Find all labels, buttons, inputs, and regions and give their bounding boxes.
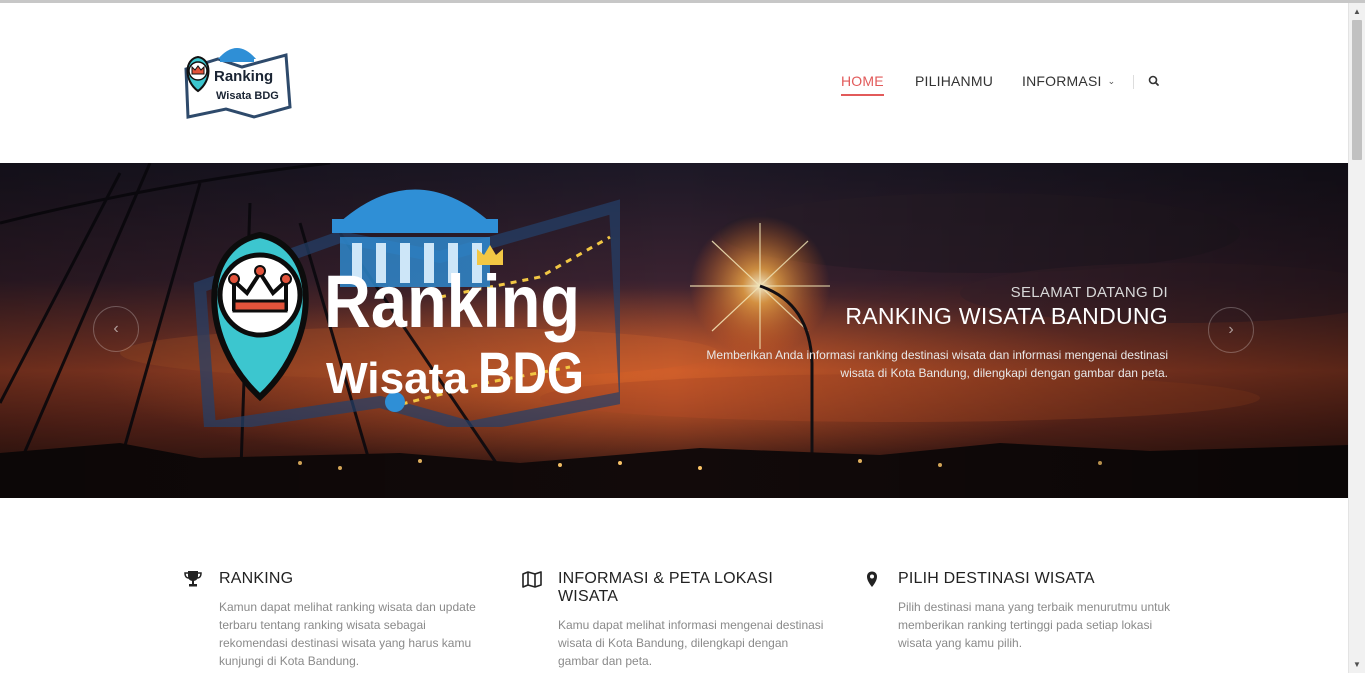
- chevron-right-icon: ›: [1228, 321, 1234, 338]
- feature-pilih-description: Pilih destinasi mana yang terbaik menuru…: [898, 600, 1171, 650]
- nav-informasi-dropdown[interactable]: INFORMASI ⌄: [1022, 73, 1115, 89]
- feature-informasi-description: Kamu dapat melihat informasi mengenai de…: [558, 618, 824, 668]
- slider-next-button[interactable]: ›: [1208, 307, 1254, 353]
- nav-pilihanmu-label: PILIHANMU: [915, 73, 994, 89]
- feature-pilih-title: PILIH DESTINASI WISATA: [898, 570, 1095, 587]
- scroll-up-arrow-icon[interactable]: ▲: [1349, 3, 1365, 20]
- chevron-down-icon: ⌄: [1107, 76, 1116, 86]
- map-icon: [522, 571, 542, 588]
- search-icon[interactable]: [1147, 73, 1161, 89]
- nav-pilihanmu[interactable]: PILIHANMU: [915, 73, 993, 89]
- scrollbar-thumb[interactable]: [1352, 20, 1362, 160]
- hero-logo-text-bdg: BDG: [478, 341, 584, 406]
- slider-prev-button[interactable]: ‹: [93, 306, 139, 352]
- feature-ranking-description: Kamun dapat melihat ranking wisata dan u…: [219, 600, 476, 668]
- main-navigation: HOME PILIHANMU INFORMASI ⌄: [0, 73, 1348, 99]
- hero-logo: Ranking Wisata BDG: [193, 189, 620, 427]
- page-scrollbar[interactable]: ▲ ▼: [1348, 3, 1365, 673]
- map-marker-icon: [867, 571, 877, 587]
- nav-home[interactable]: HOME: [841, 73, 884, 96]
- scroll-down-arrow-icon[interactable]: ▼: [1349, 656, 1365, 673]
- feature-informasi-title: INFORMASI & PETA LOKASI WISATA: [558, 570, 774, 605]
- hero-title: RANKING WISATA BANDUNG: [845, 303, 1168, 329]
- hero-logo-text-ranking: Ranking: [324, 260, 580, 343]
- nav-active-underline: [841, 94, 884, 96]
- hero-logo-text-wisata: Wisata: [326, 354, 469, 403]
- feature-ranking-title: RANKING: [219, 570, 294, 587]
- site-header: Ranking Wisata BDG HOME PILIHANMU INFORM…: [0, 3, 1348, 163]
- hero-slider: Ranking Wisata BDG ‹ › SELAMAT DATANG DI…: [0, 163, 1348, 498]
- hero-subtitle: SELAMAT DATANG DI: [1010, 284, 1168, 301]
- trophy-icon: [184, 571, 202, 587]
- nav-informasi-label: INFORMASI: [1022, 73, 1102, 89]
- nav-divider: [1133, 75, 1134, 89]
- nav-home-label: HOME: [841, 73, 884, 89]
- chevron-left-icon: ‹: [113, 320, 119, 337]
- hero-description: Memberikan Anda informasi ranking destin…: [706, 348, 1168, 380]
